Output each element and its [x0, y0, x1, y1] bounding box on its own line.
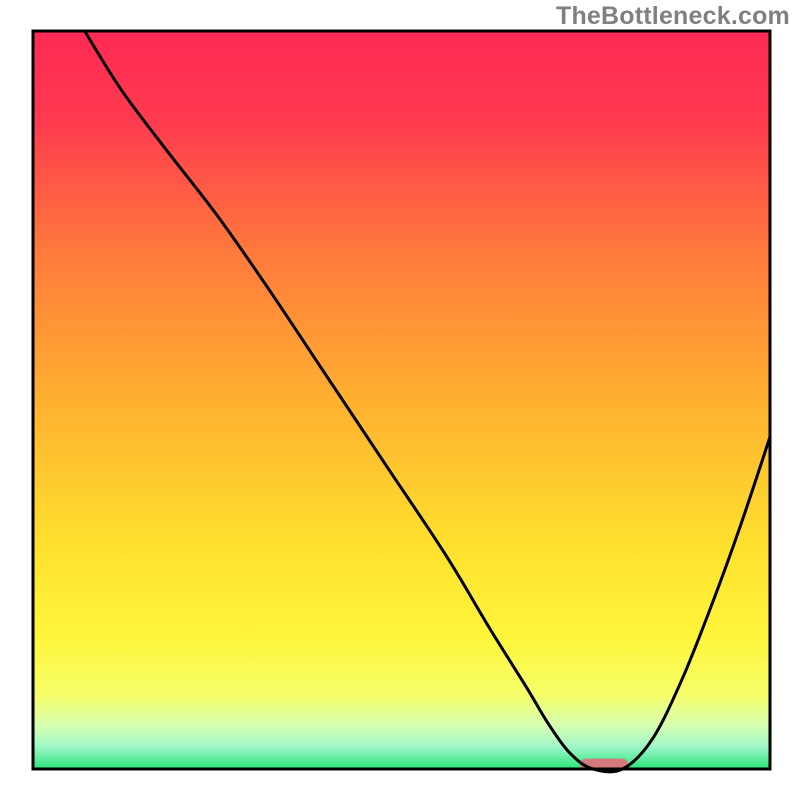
plot-background: [33, 31, 770, 769]
bottleneck-chart: TheBottleneck.com: [0, 0, 800, 800]
watermark-label: TheBottleneck.com: [556, 2, 790, 31]
chart-svg: [0, 0, 800, 800]
